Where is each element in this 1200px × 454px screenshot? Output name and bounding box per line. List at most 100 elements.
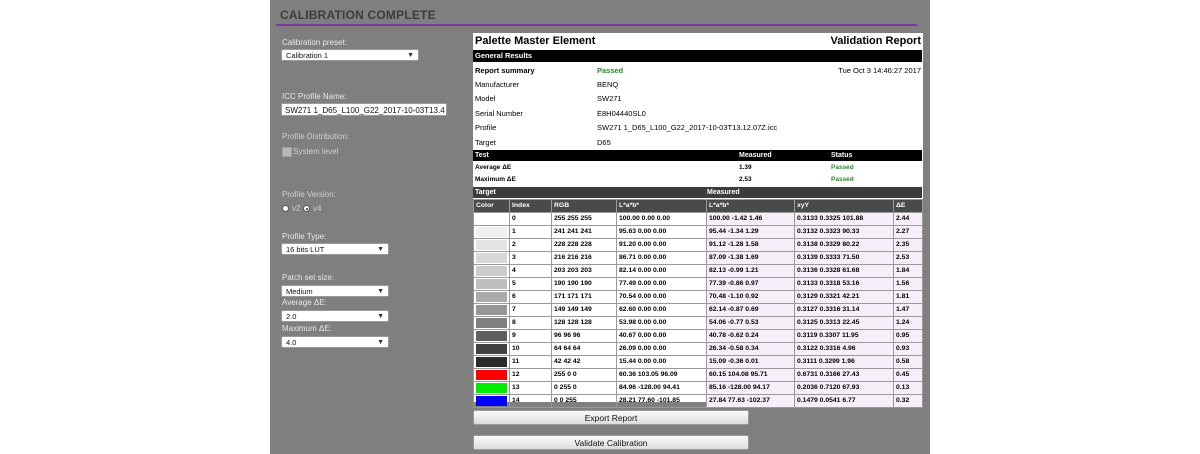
delta-e-cell: 0.95 xyxy=(893,329,923,343)
color-swatch-cell xyxy=(473,251,510,265)
target-lab-cell: 86.71 0.00 0.00 xyxy=(616,251,707,265)
delta-e-cell: 2.53 xyxy=(893,251,923,265)
title-divider xyxy=(276,24,917,26)
xyy-cell: 0.3122 0.3316 4.96 xyxy=(794,342,894,356)
table-row: 1 241 241 241 95.63 0.00 0.00 95.44 -1.34 1… xyxy=(473,225,923,239)
table-row: 0 255 255 255 100.00 0.00 0.00 100.00 -1.42… xyxy=(473,212,923,226)
table-row: 13 0 255 0 84.96 -128.00 94.41 85.16 -128.0… xyxy=(473,381,923,395)
rgb-cell: 255 0 0 xyxy=(551,368,617,382)
system-level-checkbox[interactable] xyxy=(282,147,292,157)
xyy-cell: 0.3133 0.3325 101.88 xyxy=(794,212,894,226)
chevron-down-icon: ▼ xyxy=(377,313,384,320)
system-level-label: System level xyxy=(293,147,339,156)
xyy-cell: 0.1479 0.0541 6.77 xyxy=(794,394,894,408)
average-de-value: 2.0 xyxy=(286,312,297,321)
rgb-cell: 42 42 42 xyxy=(551,355,617,369)
table-header-row: Color Index RGB L*a*b* L*a*b* xyY ΔE xyxy=(473,199,923,213)
target-lab-cell: 28.21 77.60 -101.85 xyxy=(616,394,707,408)
target-lab-cell: 53.98 0.00 0.00 xyxy=(616,316,707,330)
rgb-cell: 255 255 255 xyxy=(551,212,617,226)
target-lab-cell: 100.00 0.00 0.00 xyxy=(616,212,707,226)
color-swatch xyxy=(476,396,507,406)
delta-e-cell: 1.81 xyxy=(893,290,923,304)
measured-lab-cell: 40.78 -0.62 0.24 xyxy=(706,329,795,343)
test-status: Passed xyxy=(831,164,854,171)
export-report-button[interactable]: Export Report xyxy=(473,410,749,425)
measured-lab-cell: 82.13 -0.99 1.21 xyxy=(706,264,795,278)
color-swatch xyxy=(476,279,507,289)
delta-e-cell: 0.93 xyxy=(893,342,923,356)
rgb-cell: 96 96 96 xyxy=(551,329,617,343)
profile-distribution-label: Profile Distribution: xyxy=(282,132,350,141)
table-row: 5 190 190 190 77.49 0.00 0.00 77.39 -0.86 0… xyxy=(473,277,923,291)
table-row: 3 216 216 216 86.71 0.00 0.00 87.09 -1.38 1… xyxy=(473,251,923,265)
profile-type-select[interactable]: 16 bits LUT ▼ xyxy=(281,243,389,255)
patch-set-select[interactable]: Medium ▼ xyxy=(281,285,389,297)
measured-lab-cell: 77.39 -0.86 0.97 xyxy=(706,277,795,291)
average-de-select[interactable]: 2.0 ▼ xyxy=(281,310,389,322)
rgb-cell: 149 149 149 xyxy=(551,303,617,317)
target-lab-cell: 82.14 0.00 0.00 xyxy=(616,264,707,278)
color-swatch-cell xyxy=(473,212,510,226)
color-swatch xyxy=(476,344,507,354)
color-swatch-cell xyxy=(473,238,510,252)
table-row: 11 42 42 42 15.44 0.00 0.00 15.09 -0.36 0.0… xyxy=(473,355,923,369)
rgb-cell: 228 228 228 xyxy=(551,238,617,252)
xyy-cell: 0.3119 0.3307 11.95 xyxy=(794,329,894,343)
average-de-label: Average ΔE: xyxy=(282,298,327,307)
profile-version-label: Profile Version: xyxy=(282,190,336,199)
delta-e-cell: 2.35 xyxy=(893,238,923,252)
index-cell: 2 xyxy=(509,238,552,252)
color-swatch xyxy=(476,383,507,393)
index-cell: 14 xyxy=(509,394,552,408)
page-title: CALIBRATION COMPLETE xyxy=(280,8,436,22)
report-date: Tue Oct 3 14:46:27 2017 xyxy=(838,66,921,75)
color-swatch xyxy=(476,227,507,237)
measured-lab-cell: 70.48 -1.10 0.92 xyxy=(706,290,795,304)
color-swatch xyxy=(476,318,507,328)
rgb-cell: 171 171 171 xyxy=(551,290,617,304)
validate-calibration-button[interactable]: Validate Calibration xyxy=(473,435,749,450)
icc-profile-input[interactable]: SW271 1_D65_L100_G22_2017-10-03T13.4 xyxy=(281,103,447,116)
preset-value: Calibration 1 xyxy=(286,51,329,60)
rgb-cell: 0 255 0 xyxy=(551,381,617,395)
maximum-de-select[interactable]: 4.0 ▼ xyxy=(281,336,389,348)
table-row: 12 255 0 0 60.36 103.05 96.09 60.15 104.08 … xyxy=(473,368,923,382)
target-lab-cell: 40.67 0.00 0.00 xyxy=(616,329,707,343)
index-cell: 9 xyxy=(509,329,552,343)
delta-e-cell: 0.45 xyxy=(893,368,923,382)
rgb-cell: 0 0 255 xyxy=(551,394,617,408)
index-cell: 8 xyxy=(509,316,552,330)
target-lab-cell: 91.20 0.00 0.00 xyxy=(616,238,707,252)
v4-label: v4 xyxy=(313,204,322,213)
v4-radio[interactable] xyxy=(303,205,310,212)
chevron-down-icon: ▼ xyxy=(407,52,414,59)
color-swatch-cell xyxy=(473,290,510,304)
color-swatch-cell xyxy=(473,303,510,317)
v2-radio[interactable] xyxy=(282,205,289,212)
column-header: ΔE xyxy=(893,199,923,213)
profile-type-value: 16 bits LUT xyxy=(286,245,325,254)
measured-lab-cell: 95.44 -1.34 1.29 xyxy=(706,225,795,239)
index-cell: 12 xyxy=(509,368,552,382)
maximum-de-value: 4.0 xyxy=(286,338,297,347)
index-cell: 5 xyxy=(509,277,552,291)
icc-profile-label: ICC Profile Name: xyxy=(282,92,347,101)
table-row: 4 203 203 203 82.14 0.00 0.00 82.13 -0.99 1… xyxy=(473,264,923,278)
color-swatch-cell xyxy=(473,225,510,239)
delta-e-cell: 1.56 xyxy=(893,277,923,291)
rgb-cell: 64 64 64 xyxy=(551,342,617,356)
patch-set-value: Medium xyxy=(286,287,313,296)
preset-select[interactable]: Calibration 1 ▼ xyxy=(281,49,419,61)
test-status: Passed xyxy=(831,176,854,183)
target-lab-cell: 60.36 103.05 96.09 xyxy=(616,368,707,382)
xyy-cell: 0.6731 0.3166 27.43 xyxy=(794,368,894,382)
index-cell: 1 xyxy=(509,225,552,239)
color-swatch-cell xyxy=(473,394,510,408)
delta-e-cell: 2.44 xyxy=(893,212,923,226)
xyy-cell: 0.3129 0.3321 42.21 xyxy=(794,290,894,304)
rgb-cell: 203 203 203 xyxy=(551,264,617,278)
table-row: 2 228 228 228 91.20 0.00 0.00 91.12 -1.28 1… xyxy=(473,238,923,252)
info-value: E8H04440SL0 xyxy=(597,109,646,118)
delta-e-cell: 0.32 xyxy=(893,394,923,408)
